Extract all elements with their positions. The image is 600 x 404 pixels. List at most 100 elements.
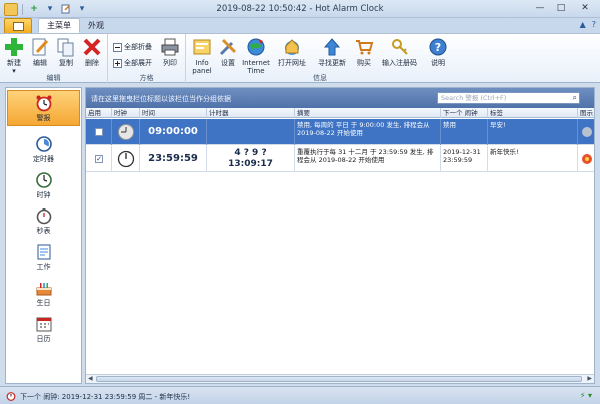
maximize-button[interactable]: □ (551, 1, 571, 15)
next-alarm: 禁用 (443, 121, 456, 129)
table-row[interactable]: 09:00:00 禁用, 每周的 平日 于 9:00:00 发生, 排程会从 2… (86, 119, 594, 145)
alarm-label: 早安! (490, 121, 506, 129)
firework-icon (582, 154, 592, 164)
help-button[interactable]: ? 说明 (428, 37, 448, 67)
column-header-icon[interactable]: 图示 (578, 108, 594, 118)
printer-icon (161, 38, 179, 56)
copy-icon (57, 38, 74, 57)
ribbon: 新建 ▾ 编辑 复制 删除 编辑 全部折叠 全部展开 列印 方格 Info pa… (0, 33, 600, 84)
expand-all-button[interactable]: 全部展开 (113, 58, 152, 68)
alarm-time: 23:59:59 (148, 153, 198, 164)
enabled-cell: ✓ (86, 146, 112, 172)
stopwatch-icon (36, 207, 51, 224)
scroll-right-icon[interactable]: ▶ (587, 375, 592, 382)
icon-cell (578, 119, 594, 145)
sidebar-item-clock[interactable]: 时钟 (6, 167, 81, 203)
alarm-status-icon (6, 392, 16, 401)
alarm-summary: 重覆执行于每 31 十二月 于 23:59:59 发生, 排程会从 2019-0… (297, 148, 434, 164)
tab-main-menu[interactable]: 主菜单 (38, 18, 80, 33)
next-alarm-cell: 禁用 (441, 119, 488, 145)
buy-button[interactable]: 购买 (354, 37, 374, 67)
alarm-grid: 请在这里拖曳栏位标题以该栏位当作分组依据 Search 警报 (Ctrl+F) … (85, 87, 595, 384)
scroll-left-icon[interactable]: ◀ (88, 375, 93, 382)
tab-appearance[interactable]: 外观 (80, 18, 112, 33)
ribbon-tabs: 主菜单 外观 ▲ ? (0, 18, 600, 33)
edit-button[interactable]: 编辑 (30, 37, 50, 67)
ribbon-group-info: Info panel 设置 Internet Time 打开网址 寻找更新 购买… (186, 34, 454, 84)
sidebar-item-stopwatch[interactable]: 秒表 (6, 203, 81, 239)
column-header-timer[interactable]: 计时器 (207, 108, 295, 118)
internet-time-button[interactable]: Internet Time (242, 37, 270, 75)
power-menu-button[interactable]: ⚡ ▾ (580, 391, 592, 400)
question-icon: ? (429, 38, 447, 56)
alarm-time: 09:00:00 (148, 126, 198, 137)
search-input[interactable]: Search 警报 (Ctrl+F) ⌕ (437, 92, 580, 104)
home-web-icon (285, 39, 299, 55)
title-bar: + ▾ ▾ 2019-08-22 10:50:42 - Hot Alarm Cl… (0, 0, 600, 18)
next-alarm: 2019-12-31 23:59:59 (443, 148, 481, 164)
column-header-clock[interactable]: 时钟 (112, 108, 140, 118)
minimize-button[interactable]: — (530, 1, 550, 15)
sidebar-item-alarm[interactable]: 警报 (7, 90, 80, 126)
help-icon[interactable]: ? (592, 20, 596, 29)
column-header-summary[interactable]: 摘要 (295, 108, 441, 118)
ribbon-group-label-edit: 编辑 (46, 74, 61, 82)
alarm-summary: 禁用, 每周的 平日 于 9:00:00 发生, 排程会从 2019-08-22… (297, 121, 430, 137)
collapse-all-button[interactable]: 全部折叠 (113, 42, 152, 52)
column-header-label[interactable]: 标签 (488, 108, 578, 118)
collapse-ribbon-icon[interactable]: ▲ (580, 20, 586, 29)
column-header-time[interactable]: 时间 (140, 108, 207, 118)
settings-button[interactable]: 设置 (218, 37, 238, 67)
summary-cell: 禁用, 每周的 平日 于 9:00:00 发生, 排程会从 2019-08-22… (295, 119, 441, 145)
grid-header: 启用 时钟 时间 计时器 摘要 下一个 闹钟 标签 图示 (86, 108, 594, 118)
check-update-button[interactable]: 寻找更新 (318, 37, 346, 67)
expand-icon (113, 58, 122, 68)
open-url-button[interactable]: 打开网址 (278, 37, 306, 67)
plus-icon (5, 38, 23, 56)
sidebar-item-timer[interactable]: 定时器 (6, 131, 81, 167)
info-panel-icon (193, 39, 211, 55)
cake-icon (36, 282, 51, 295)
ribbon-group-edit: 新建 ▾ 编辑 复制 删除 编辑 (0, 34, 108, 84)
file-menu-button[interactable] (4, 18, 32, 33)
enabled-checkbox[interactable]: ✓ (95, 155, 103, 163)
info-panel-button[interactable]: Info panel (190, 37, 214, 75)
window-title: 2019-08-22 10:50:42 - Hot Alarm Clock (216, 4, 384, 14)
table-row[interactable]: ✓ 23:59:59 4 ? 9 ? 13:09:17 重覆执行于每 31 十二… (86, 146, 594, 172)
close-button[interactable]: ✕ (572, 1, 598, 15)
scrollbar-thumb[interactable] (96, 376, 582, 382)
enabled-cell (86, 119, 112, 145)
column-header-enabled[interactable]: 启用 (86, 108, 112, 118)
sidebar-item-task[interactable]: 工作 (6, 239, 81, 275)
calendar-icon (36, 317, 51, 331)
time-cell: 23:59:59 (140, 146, 207, 172)
up-arrow-icon (323, 38, 341, 56)
group-by-bar[interactable]: 请在这里拖曳栏位标题以该栏位当作分组依据 Search 警报 (Ctrl+F) … (86, 88, 594, 108)
delete-button[interactable]: 删除 (82, 37, 102, 67)
enabled-checkbox[interactable] (95, 128, 103, 136)
document-icon (12, 21, 24, 31)
svg-text:?: ? (435, 41, 441, 54)
window-controls: — □ ✕ (530, 1, 598, 15)
clock-cell (112, 146, 140, 172)
horizontal-scrollbar[interactable]: ◀ ▶ (86, 374, 594, 383)
globe-icon (247, 38, 265, 56)
column-header-next-alarm[interactable]: 下一个 闹钟 (441, 108, 488, 118)
copy-button[interactable]: 复制 (56, 37, 76, 67)
sidebar-item-birthday[interactable]: 生日 (6, 275, 81, 311)
collapse-icon (113, 42, 122, 52)
label-cell: 早安! (488, 119, 578, 145)
timer-cell: 4 ? 9 ? 13:09:17 (207, 146, 295, 172)
summary-cell: 重覆执行于每 31 十二月 于 23:59:59 发生, 排程会从 2019-0… (295, 146, 441, 172)
alarm-countdown: 4 ? 9 ? 13:09:17 (228, 148, 273, 169)
pencil-icon (32, 38, 49, 56)
timer-cell (207, 119, 295, 145)
alarm-label: 新年快乐! (490, 148, 519, 156)
status-bar: 下一个 闹钟: 2019-12-31 23:59:59 周二 - 新年快乐! ⚡… (0, 386, 600, 404)
enter-register-code-button[interactable]: 输入注册码 (382, 37, 417, 67)
print-button[interactable]: 列印 (160, 37, 180, 67)
next-alarm-cell: 2019-12-31 23:59:59 (441, 146, 488, 172)
sidebar-item-calendar[interactable]: 日历 (6, 311, 81, 347)
search-icon[interactable]: ⌕ (573, 93, 577, 103)
new-button[interactable]: 新建 ▾ (4, 37, 24, 75)
